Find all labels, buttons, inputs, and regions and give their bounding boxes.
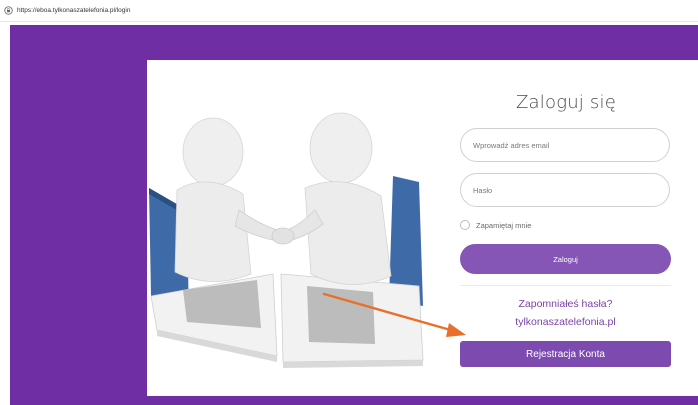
remember-me[interactable]: Zapamiętaj mnie xyxy=(460,220,531,230)
divider xyxy=(460,285,671,286)
url-text[interactable]: https://eboa.tylkonaszatelefonia.pl/logi… xyxy=(17,7,130,14)
email-field[interactable]: Wprowadź adres email xyxy=(460,128,670,162)
login-form: Zaloguj się Wprowadź adres email Hasło Z… xyxy=(460,60,672,396)
remember-label: Zapamiętaj mnie xyxy=(476,220,532,230)
remember-checkbox[interactable] xyxy=(460,220,470,230)
password-field[interactable]: Hasło xyxy=(460,173,670,207)
login-card: Zaloguj się Wprowadź adres email Hasło Z… xyxy=(147,60,698,396)
lock-icon xyxy=(4,6,13,15)
page-title: Zaloguj się xyxy=(516,92,616,113)
register-button[interactable]: Rejestracja Konta xyxy=(460,341,671,367)
email-placeholder: Wprowadź adres email xyxy=(473,140,550,150)
handshake-laptops-illustration xyxy=(149,112,424,368)
address-bar[interactable]: https://eboa.tylkonaszatelefonia.pl/logi… xyxy=(0,0,698,22)
site-link[interactable]: tylkonaszatelefonia.pl xyxy=(460,316,671,328)
password-placeholder: Hasło xyxy=(473,185,493,195)
forgot-password-link[interactable]: Zapomniałeś hasła? xyxy=(460,298,671,310)
login-button[interactable]: Zaloguj xyxy=(460,244,671,274)
